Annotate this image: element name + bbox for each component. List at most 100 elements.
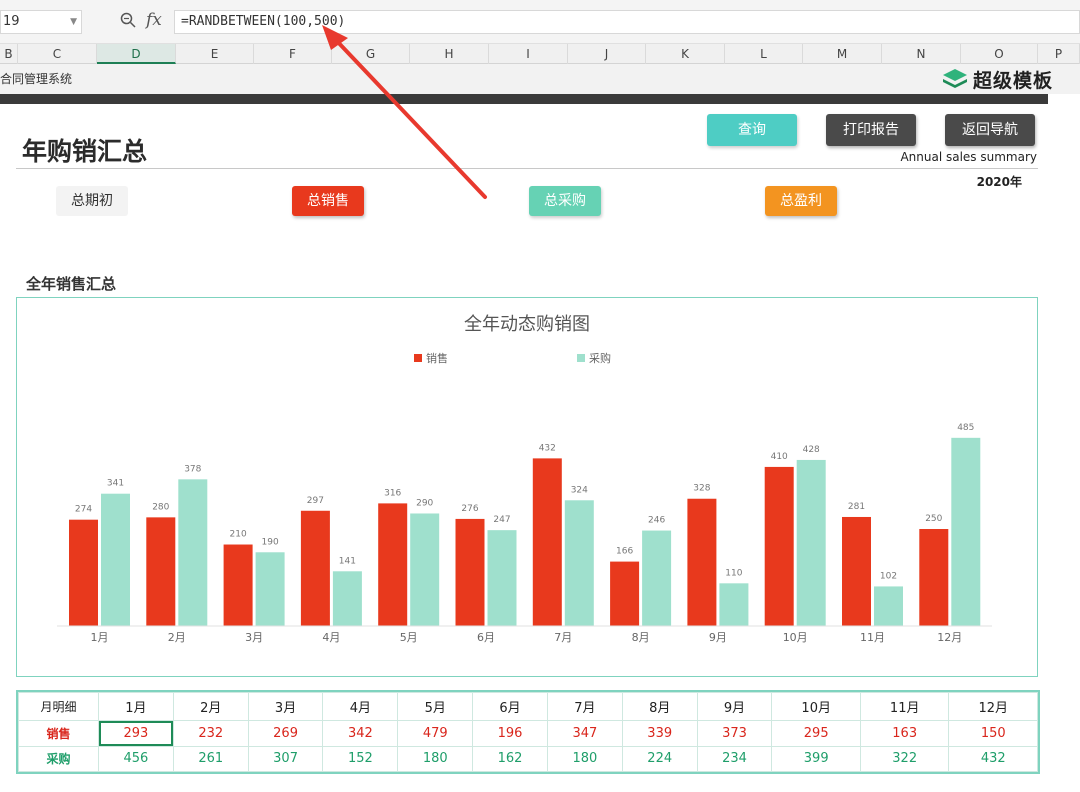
table-header-row-cell-9[interactable]: 9月 xyxy=(696,691,773,722)
table-row-purchase-cell-4[interactable]: 152 xyxy=(322,745,399,773)
chevron-down-icon[interactable]: ▼ xyxy=(70,11,77,33)
bar-purchase-1[interactable] xyxy=(101,493,130,626)
column-header-h[interactable]: H xyxy=(410,44,489,64)
bar-sales-8[interactable] xyxy=(610,561,640,626)
table-header-row-cell-12[interactable]: 12月 xyxy=(948,691,1038,722)
column-header-l[interactable]: L xyxy=(725,44,803,64)
bar-purchase-7[interactable] xyxy=(564,500,594,626)
table-row-purchase-label[interactable]: 采购 xyxy=(18,745,99,773)
table-row-purchase-cell-9[interactable]: 234 xyxy=(696,745,773,773)
bar-sales-2[interactable] xyxy=(146,517,176,626)
column-header-b[interactable]: B xyxy=(0,44,18,64)
table-header-row-cell-2[interactable]: 2月 xyxy=(172,691,249,722)
bar-sales-4[interactable] xyxy=(300,510,330,626)
table-header-row-cell-11[interactable]: 11月 xyxy=(859,691,950,722)
name-box[interactable]: 19 ▼ xyxy=(0,10,82,34)
bar-sales-5[interactable] xyxy=(378,503,408,626)
column-header-c[interactable]: C xyxy=(18,44,97,64)
table-header-row-cell-4[interactable]: 4月 xyxy=(322,691,399,722)
table-row-purchase-cell-11[interactable]: 322 xyxy=(859,745,950,773)
column-header-m[interactable]: M xyxy=(803,44,882,64)
table-row-sales-cell-11[interactable]: 163 xyxy=(859,720,950,747)
column-header-e[interactable]: E xyxy=(176,44,254,64)
table-row-purchase-cell-7[interactable]: 180 xyxy=(546,745,623,773)
query-button[interactable]: 查询 xyxy=(707,114,797,146)
table-header-row-label[interactable]: 月明细 xyxy=(18,691,99,722)
zoom-icon[interactable] xyxy=(120,12,136,32)
column-header-i[interactable]: I xyxy=(489,44,568,64)
kpi-opening-total[interactable]: 总期初 xyxy=(56,186,128,216)
data-label-sales-2: 280 xyxy=(152,502,169,512)
table-row-sales-cell-7[interactable]: 347 xyxy=(546,720,623,747)
bar-sales-1[interactable] xyxy=(69,519,98,626)
table-header-row-cell-8[interactable]: 8月 xyxy=(621,691,698,722)
bar-sales-3[interactable] xyxy=(223,544,253,626)
table-row-sales-cell-8[interactable]: 339 xyxy=(621,720,698,747)
column-header-p[interactable]: P xyxy=(1038,44,1080,64)
table-row-sales-cell-9[interactable]: 373 xyxy=(696,720,773,747)
table-row-purchase-cell-12[interactable]: 432 xyxy=(948,745,1038,773)
kpi-purchase-total[interactable]: 总采购 xyxy=(529,186,601,216)
table-header-row-cell-3[interactable]: 3月 xyxy=(247,691,324,722)
data-label-purchase-7: 324 xyxy=(571,485,588,495)
bar-sales-12[interactable] xyxy=(919,529,949,626)
bar-purchase-12[interactable] xyxy=(951,437,981,626)
kpi-sales-total[interactable]: 总销售 xyxy=(292,186,364,216)
table-header-row-cell-6[interactable]: 6月 xyxy=(472,691,548,722)
column-header-d[interactable]: D xyxy=(97,44,176,64)
kpi-profit-total[interactable]: 总盈利 xyxy=(765,186,837,216)
table-header-row-cell-10[interactable]: 10月 xyxy=(771,691,861,722)
column-header-k[interactable]: K xyxy=(646,44,725,64)
column-header-g[interactable]: G xyxy=(332,44,410,64)
column-header-n[interactable]: N xyxy=(882,44,961,64)
table-header-row-cell-1[interactable]: 1月 xyxy=(98,691,174,722)
table-row-purchase-cell-3[interactable]: 307 xyxy=(247,745,324,773)
data-label-purchase-10: 428 xyxy=(803,445,820,455)
table-row-sales-cell-6[interactable]: 196 xyxy=(472,720,548,747)
back-to-nav-button[interactable]: 返回导航 xyxy=(945,114,1035,146)
table-row-sales-cell-10[interactable]: 295 xyxy=(771,720,861,747)
table-row-purchase-cell-10[interactable]: 399 xyxy=(771,745,861,773)
column-header-j[interactable]: J xyxy=(568,44,646,64)
title-divider xyxy=(16,168,1038,169)
bar-purchase-10[interactable] xyxy=(796,459,826,626)
table-row-sales-cell-4[interactable]: 342 xyxy=(322,720,399,747)
print-report-button[interactable]: 打印报告 xyxy=(826,114,916,146)
bar-sales-7[interactable] xyxy=(532,458,562,626)
bar-sales-6[interactable] xyxy=(455,518,485,626)
bar-purchase-3[interactable] xyxy=(255,552,285,626)
table-row-purchase-cell-6[interactable]: 162 xyxy=(472,745,548,773)
table-row-purchase-cell-5[interactable]: 180 xyxy=(397,745,474,773)
table-row-sales-cell-2[interactable]: 232 xyxy=(172,720,249,747)
table-row-purchase-cell-1[interactable]: 456 xyxy=(98,745,174,773)
formula-bar: 19 ▼ fx =RANDBETWEEN(100,500) xyxy=(0,0,1080,44)
table-header-row-cell-7[interactable]: 7月 xyxy=(546,691,623,722)
data-label-purchase-6: 247 xyxy=(493,515,510,525)
table-row-sales-cell-5[interactable]: 479 xyxy=(397,720,474,747)
annual-chart[interactable]: 全年动态购销图 销售 采购 274 341 1月 280 378 2月 210 190 3月 29… xyxy=(16,297,1038,677)
data-label-purchase-9: 110 xyxy=(725,568,742,578)
bar-sales-11[interactable] xyxy=(842,516,871,626)
function-icon[interactable]: fx xyxy=(146,10,162,30)
table-row-sales-cell-12[interactable]: 150 xyxy=(948,720,1038,747)
column-header-o[interactable]: O xyxy=(961,44,1038,64)
bar-purchase-8[interactable] xyxy=(642,530,672,626)
bar-sales-9[interactable] xyxy=(687,498,717,626)
name-box-value: 19 xyxy=(3,14,20,29)
bar-purchase-5[interactable] xyxy=(410,513,440,626)
table-row-sales-cell-3[interactable]: 269 xyxy=(247,720,324,747)
table-row-purchase-cell-8[interactable]: 224 xyxy=(621,745,698,773)
bar-purchase-4[interactable] xyxy=(332,571,362,626)
table-row-sales-cell-1[interactable]: 293 xyxy=(98,720,174,747)
table-row-purchase-cell-2[interactable]: 261 xyxy=(172,745,249,773)
formula-input[interactable]: =RANDBETWEEN(100,500) xyxy=(174,10,1080,34)
table-header-row-cell-5[interactable]: 5月 xyxy=(397,691,474,722)
bar-sales-10[interactable] xyxy=(764,466,794,626)
bar-purchase-2[interactable] xyxy=(178,479,208,626)
bar-purchase-9[interactable] xyxy=(719,583,749,626)
column-header-f[interactable]: F xyxy=(254,44,332,64)
table-row-sales-label[interactable]: 销售 xyxy=(18,720,99,747)
bar-purchase-6[interactable] xyxy=(487,530,517,626)
x-tick-label-3: 3月 xyxy=(245,631,263,644)
bar-purchase-11[interactable] xyxy=(874,586,903,626)
